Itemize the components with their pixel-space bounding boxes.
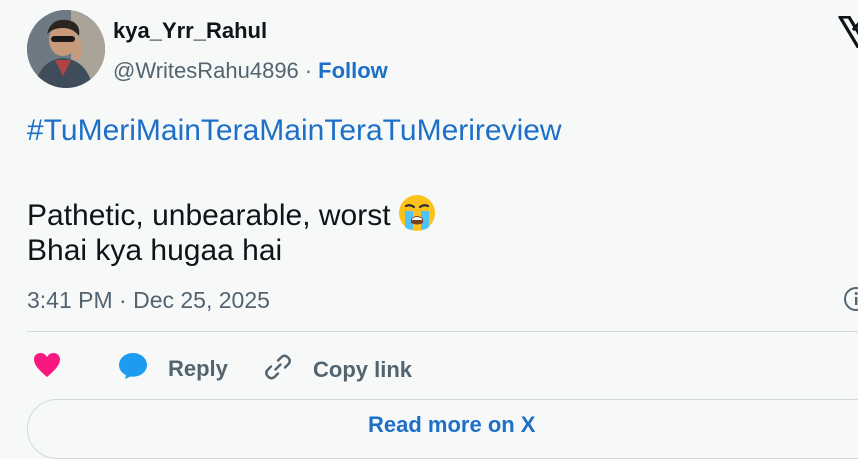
tweet-embed-card: kya_Yrr_Rahul @WritesRahu4896 · Follow #Tu… xyxy=(0,0,858,459)
like-button[interactable] xyxy=(33,352,61,383)
follow-button[interactable]: Follow xyxy=(318,58,388,83)
separator-dot: · xyxy=(304,58,313,83)
avatar-photo xyxy=(27,10,105,88)
loudly-crying-face-icon xyxy=(397,193,437,241)
reply-label: Reply xyxy=(168,355,228,381)
heart-icon xyxy=(33,352,61,383)
read-more-label: Read more on X xyxy=(368,412,536,437)
tweet-text-1: Pathetic, unbearable, worst xyxy=(27,199,391,232)
divider xyxy=(27,331,858,332)
handle-row: @WritesRahu4896 · Follow xyxy=(113,58,388,84)
tweet-text-line-2: Bhai kya hugaa hai xyxy=(27,234,283,267)
timestamp[interactable]: 3:41 PM · Dec 25, 2025 xyxy=(27,287,270,314)
copy-link-label: Copy link xyxy=(313,356,413,382)
copy-link-button[interactable]: Copy link xyxy=(263,352,412,387)
read-more-button[interactable]: Read more on X xyxy=(27,399,858,459)
info-icon[interactable] xyxy=(843,285,858,318)
hashtag-link[interactable]: #TuMeriMainTeraMainTeraTuMerireview xyxy=(27,114,562,148)
handle[interactable]: @WritesRahu4896 xyxy=(113,58,299,83)
link-icon xyxy=(263,352,293,387)
reply-bubble-icon xyxy=(118,352,148,385)
display-name[interactable]: kya_Yrr_Rahul xyxy=(113,18,267,44)
x-logo-icon[interactable] xyxy=(838,15,858,49)
avatar[interactable] xyxy=(27,10,105,88)
reply-button[interactable]: Reply xyxy=(118,352,228,385)
